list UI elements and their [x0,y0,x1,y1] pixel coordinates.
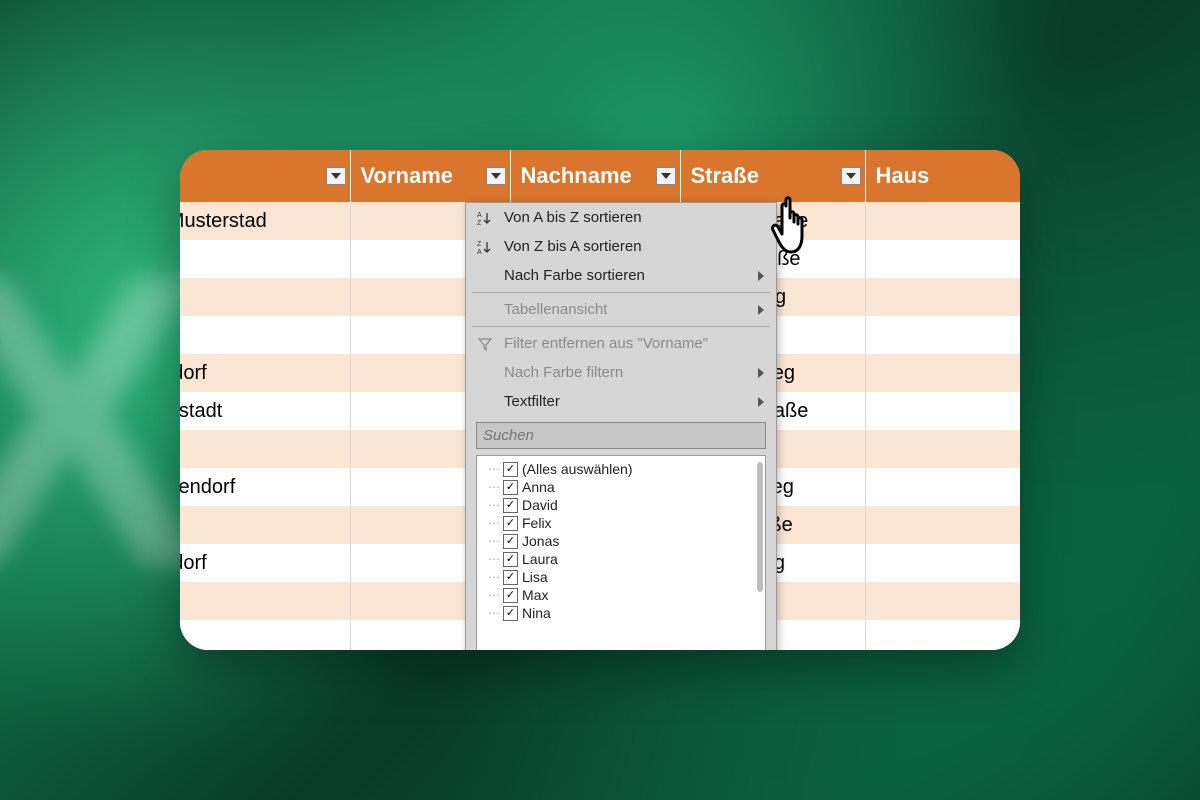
cell[interactable] [180,316,350,354]
menu-label: Textfilter [504,393,560,410]
sort-za-icon: ZA [476,239,494,255]
funnel-icon [476,336,494,352]
clear-filter-item: Filter entfernen aus "Vorname" [466,329,776,358]
cell[interactable]: dorf [180,506,350,544]
filter-value-item[interactable]: ⋯ ✓ Anna [485,478,765,496]
scrollbar-thumb[interactable] [757,462,763,592]
svg-text:A: A [477,249,482,255]
svg-text:Z: Z [477,220,482,226]
cell[interactable] [180,430,350,468]
checkbox-icon[interactable]: ✓ [503,606,518,621]
item-label: David [522,497,558,513]
svg-text:Z: Z [477,241,482,248]
header-label: Straße [691,163,759,188]
filter-dropdown-icon[interactable] [486,167,506,185]
column-header-vorname[interactable]: Vorname [350,150,510,202]
cell[interactable]: adt [180,240,350,278]
header-row: ahl Vorname Nachname Straße Haus [180,150,1020,202]
cell[interactable]: 45 Musterstad [180,202,350,240]
filter-dropdown-icon[interactable] [326,167,346,185]
sort-az-item[interactable]: AZ Von A bis Z sortieren [466,203,776,232]
header-label: Vorname [361,163,454,188]
cell[interactable]: sendorf [180,544,350,582]
separator [472,326,770,327]
menu-label: Tabellenansicht [504,301,607,318]
filter-value-item[interactable]: ⋯ ✓ Nina [485,604,765,622]
filter-dropdown-icon[interactable] [841,167,861,185]
checkbox-icon[interactable]: ✓ [503,552,518,567]
menu-label: Nach Farbe sortieren [504,267,645,284]
filter-dropdown-panel: AZ Von A bis Z sortieren ZA Von Z bis A … [465,202,777,650]
item-label: (Alles auswählen) [522,461,633,477]
table-view-item: Tabellenansicht [466,295,776,324]
column-header-ahl[interactable]: ahl [180,150,350,202]
cell[interactable]: ıgeldorf [180,354,350,392]
checkbox-icon[interactable]: ✓ [503,570,518,585]
checkbox-icon[interactable]: ✓ [503,534,518,549]
checkbox-icon[interactable]: ✓ [503,516,518,531]
cell[interactable]: menstadt [180,392,350,430]
filter-by-color-item: Nach Farbe filtern [466,358,776,387]
column-header-strasse[interactable]: Straße [680,150,865,202]
filter-value-item[interactable]: ⋯ ✓ Felix [485,514,765,532]
menu-label: Nach Farbe filtern [504,364,623,381]
sort-az-icon: AZ [476,210,494,226]
filter-values-list[interactable]: ⋯ ✓ (Alles auswählen) ⋯ ✓ Anna ⋯ ✓ David… [476,455,766,650]
header-label: Haus [876,163,930,188]
filter-search-box [476,422,766,449]
item-label: Jonas [522,533,559,549]
cell[interactable] [180,278,350,316]
sort-za-item[interactable]: ZA Von Z bis A sortieren [466,232,776,261]
submenu-arrow-icon [758,397,764,407]
column-header-haus[interactable]: Haus [865,150,1020,202]
excel-x-logo-blur: X [0,180,190,663]
svg-text:A: A [477,212,482,219]
cell[interactable]: Viesendorf [180,468,350,506]
separator [472,292,770,293]
item-label: Nina [522,605,551,621]
menu-label: Filter entfernen aus "Vorname" [504,335,708,352]
filter-value-item[interactable]: ⋯ ✓ David [485,496,765,514]
sort-by-color-item[interactable]: Nach Farbe sortieren [466,261,776,290]
item-label: Lisa [522,569,548,585]
submenu-arrow-icon [758,305,764,315]
filter-value-item[interactable]: ⋯ ✓ Jonas [485,532,765,550]
filter-value-item[interactable]: ⋯ ✓ Max [485,586,765,604]
item-label: Laura [522,551,558,567]
menu-label: Von A bis Z sortieren [504,209,642,226]
item-label: Anna [522,479,555,495]
submenu-arrow-icon [758,271,764,281]
item-label: Felix [522,515,552,531]
filter-search-input[interactable] [476,422,766,449]
header-label: Nachname [521,163,632,188]
filter-value-item[interactable]: ⋯ ✓ Laura [485,550,765,568]
select-all-item[interactable]: ⋯ ✓ (Alles auswählen) [485,460,765,478]
text-filter-item[interactable]: Textfilter [466,387,776,416]
filter-dropdown-icon[interactable] [656,167,676,185]
checkbox-icon[interactable]: ✓ [503,498,518,513]
menu-label: Von Z bis A sortieren [504,238,642,255]
filter-value-item[interactable]: ⋯ ✓ Lisa [485,568,765,586]
checkbox-icon[interactable]: ✓ [503,588,518,603]
submenu-arrow-icon [758,368,764,378]
checkbox-icon[interactable]: ✓ [503,480,518,495]
column-header-nachname[interactable]: Nachname [510,150,680,202]
item-label: Max [522,587,548,603]
screenshot-card: ahl Vorname Nachname Straße Haus [180,150,1020,650]
checkbox-icon[interactable]: ✓ [503,462,518,477]
